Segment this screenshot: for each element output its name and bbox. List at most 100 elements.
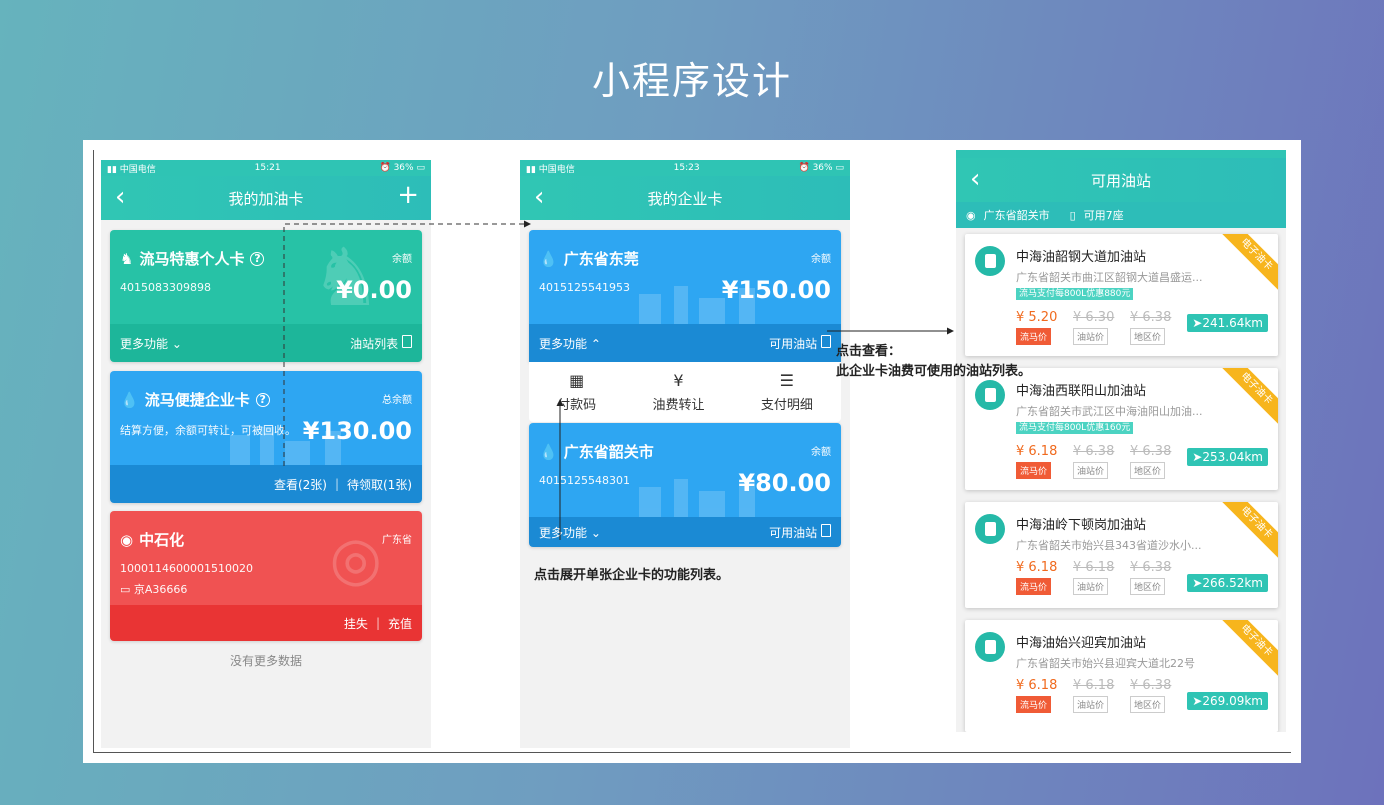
drop-icon: 💧 [539, 249, 558, 268]
available-stations-button[interactable]: 可用油站 [769, 523, 831, 541]
chevron-up-icon: ⌃ [590, 336, 601, 351]
station-price: ¥ 6.18 [1073, 678, 1115, 693]
price-tag: 油站价 [1073, 462, 1109, 479]
station-card[interactable]: 电子油卡 中海油西联阳山加油站 广东省韶关市武江区中海油阳山加油... 流马支付… [965, 368, 1278, 490]
screen-enterprise-cards: ▮▮ 中国电信 15:23 ⏰ 36% ▭ ‹ 我的企业卡 💧 广东省东莞 401… [520, 160, 850, 748]
help-icon[interactable]: ? [250, 251, 265, 266]
yen-transfer-icon: ¥ [673, 371, 684, 390]
station-logo-icon [975, 246, 1005, 276]
card-shaoguan[interactable]: 💧 广东省韶关市 4015125548301 余额 ¥80.00 更多功能 ⌄ 可… [529, 423, 841, 547]
alarm-icon: ⏰ [379, 163, 391, 173]
more-functions-button[interactable]: 更多功能 ⌄ [539, 524, 601, 541]
promo-badge: 流马支付每800L优惠880元 [1016, 288, 1134, 300]
annotation: 点击查看： 此企业卡油费可使用的油站列表。 [836, 344, 1032, 379]
price-tag: 地区价 [1130, 578, 1166, 595]
pay-code-button[interactable]: ▦ 付款码 [557, 371, 596, 413]
station-address: 广东省韶关市曲江区韶钢大道昌盛运... [1016, 271, 1203, 284]
station-card[interactable]: 电子油卡 中海油韶钢大道加油站 广东省韶关市曲江区韶钢大道昌盛运... 流马支付… [965, 234, 1278, 356]
station-logo-icon [975, 514, 1005, 544]
payment-details-button[interactable]: ☰ 支付明细 [761, 371, 813, 413]
station-price: ¥ 6.38 [1073, 444, 1115, 459]
balance-label: 余额 [811, 254, 831, 265]
screen-my-fuel-cards: ▮▮ 中国电信 15:21 ⏰ 36% ▭ ‹ 我的加油卡 + ♞ ♞ 流马特惠个… [101, 160, 431, 748]
balance-label: 余额 [392, 254, 412, 265]
price-tag: 地区价 [1130, 328, 1166, 345]
fuel-pump-icon: ▯ [1069, 208, 1076, 222]
station-name: 中海油始兴迎宾加油站 [1016, 636, 1147, 651]
station-list-button[interactable]: 油站列表 [350, 334, 412, 352]
station-logo-icon [975, 380, 1005, 410]
station-card[interactable]: 电子油卡 中海油岭下顿岗加油站 广东省韶关市始兴县343省道沙水小... ¥ 6… [965, 502, 1278, 608]
distance-button[interactable]: ➤253.04km [1187, 448, 1268, 466]
drop-icon: 💧 [120, 390, 139, 409]
sinopec-logo-icon: ◉ [120, 530, 134, 549]
location-text[interactable]: 广东省韶关市 [984, 207, 1050, 223]
price-tag: 油站价 [1073, 328, 1109, 345]
card-icon: ▭ [120, 583, 131, 596]
battery-icon: ▭ [835, 163, 844, 173]
card-function-menu: ▦ 付款码 ¥ 油费转让 ☰ 支付明细 [529, 362, 841, 422]
station-card[interactable]: 电子油卡 中海油始兴迎宾加油站 广东省韶关市始兴县迎宾大道北22号 ¥ 6.18… [965, 620, 1278, 732]
navigate-icon: ➤ [1192, 316, 1203, 330]
location-pin-icon: ◉ [966, 208, 976, 222]
card-personal[interactable]: ♞ ♞ 流马特惠个人卡? 4015083309898 余额 ¥0.00 更多功能 … [110, 230, 422, 362]
station-address: 广东省韶关市始兴县迎宾大道北22号 [1016, 657, 1195, 670]
divider: | [375, 616, 380, 630]
price-tag: 地区价 [1130, 462, 1166, 479]
list-icon: ☰ [779, 371, 794, 390]
region-label: 广东省 [382, 535, 412, 546]
price-row: ¥ 5.20 流马价 ¥ 6.30 油站价 ¥ 6.38 地区价 [1016, 310, 1187, 345]
nav-bar: ‹ 可用油站 [956, 158, 1286, 202]
balance-amount: ¥80.00 [738, 469, 831, 497]
help-icon[interactable]: ? [255, 392, 270, 407]
liuma-price: ¥ 6.18 [1016, 678, 1058, 693]
card-enterprise[interactable]: 💧 流马便捷企业卡? 结算方便，余额可转让，可被回收。 总余额 ¥130.00 查… [110, 371, 422, 503]
location-bar: ◉ 广东省韶关市 ▯ 可用7座 [956, 202, 1286, 228]
frame-line [93, 150, 94, 753]
report-loss-button[interactable]: 挂失 [344, 615, 368, 632]
navigate-icon: ➤ [1192, 450, 1203, 464]
status-bar [956, 150, 1286, 158]
distance-button[interactable]: ➤269.09km [1187, 692, 1268, 710]
station-logo-icon [975, 632, 1005, 662]
back-icon[interactable]: ‹ [970, 166, 980, 192]
price-tag: 流马价 [1016, 578, 1052, 595]
region-price: ¥ 6.38 [1130, 678, 1172, 693]
card-sinopec[interactable]: ◎ ◉ 中石化 1000114600001510020 ▭ 京A36666 广东省… [110, 511, 422, 641]
view-cards-link[interactable]: 查看(2张) [274, 476, 327, 493]
transfer-button[interactable]: ¥ 油费转让 [652, 371, 704, 413]
liuma-price: ¥ 5.20 [1016, 310, 1058, 325]
liuma-price: ¥ 6.18 [1016, 444, 1058, 459]
screen2-note: 点击展开单张企业卡的功能列表。 [534, 568, 730, 583]
more-functions-button[interactable]: 更多功能 ⌃ [539, 335, 601, 352]
qr-code-icon: ▦ [569, 371, 585, 390]
recharge-button[interactable]: 充值 [388, 615, 412, 632]
back-icon[interactable]: ‹ [115, 184, 125, 210]
status-bar: ▮▮ 中国电信 15:21 ⏰ 36% ▭ [101, 160, 431, 176]
frame-line [93, 752, 1291, 753]
showcase-board: ▮▮ 中国电信 15:21 ⏰ 36% ▭ ‹ 我的加油卡 + ♞ ♞ 流马特惠个… [83, 140, 1301, 763]
chevron-down-icon: ⌄ [590, 525, 601, 540]
nav-bar: ‹ 我的企业卡 [520, 176, 850, 220]
pending-cards-link[interactable]: 待领取(1张) [347, 476, 412, 493]
plate-number: 京A36666 [133, 583, 188, 596]
no-more-data: 没有更多数据 [229, 654, 302, 668]
add-icon[interactable]: + [397, 182, 419, 208]
alarm-icon: ⏰ [798, 163, 810, 173]
available-stations-button[interactable]: 可用油站 [769, 334, 831, 352]
page-title: 我的加油卡 [228, 189, 304, 208]
price-tag: 油站价 [1073, 578, 1109, 595]
more-functions-button[interactable]: 更多功能 ⌄ [120, 335, 182, 352]
distance-button[interactable]: ➤266.52km [1187, 574, 1268, 592]
card-dongguan[interactable]: 💧 广东省东莞 4015125541953 余额 ¥150.00 更多功能 ⌃ 可… [529, 230, 841, 362]
e-card-ribbon: 电子油卡 [1221, 368, 1278, 424]
distance-button[interactable]: ➤241.64km [1187, 314, 1268, 332]
battery-icon: ▭ [416, 163, 425, 173]
balance-label: 总余额 [382, 395, 412, 406]
back-icon[interactable]: ‹ [534, 184, 544, 210]
balance-label: 余额 [811, 447, 831, 458]
price-tag: 油站价 [1073, 696, 1109, 713]
fuel-pump-icon [821, 334, 831, 348]
fuel-pump-icon [402, 334, 412, 348]
station-name: 中海油岭下顿岗加油站 [1016, 518, 1147, 533]
